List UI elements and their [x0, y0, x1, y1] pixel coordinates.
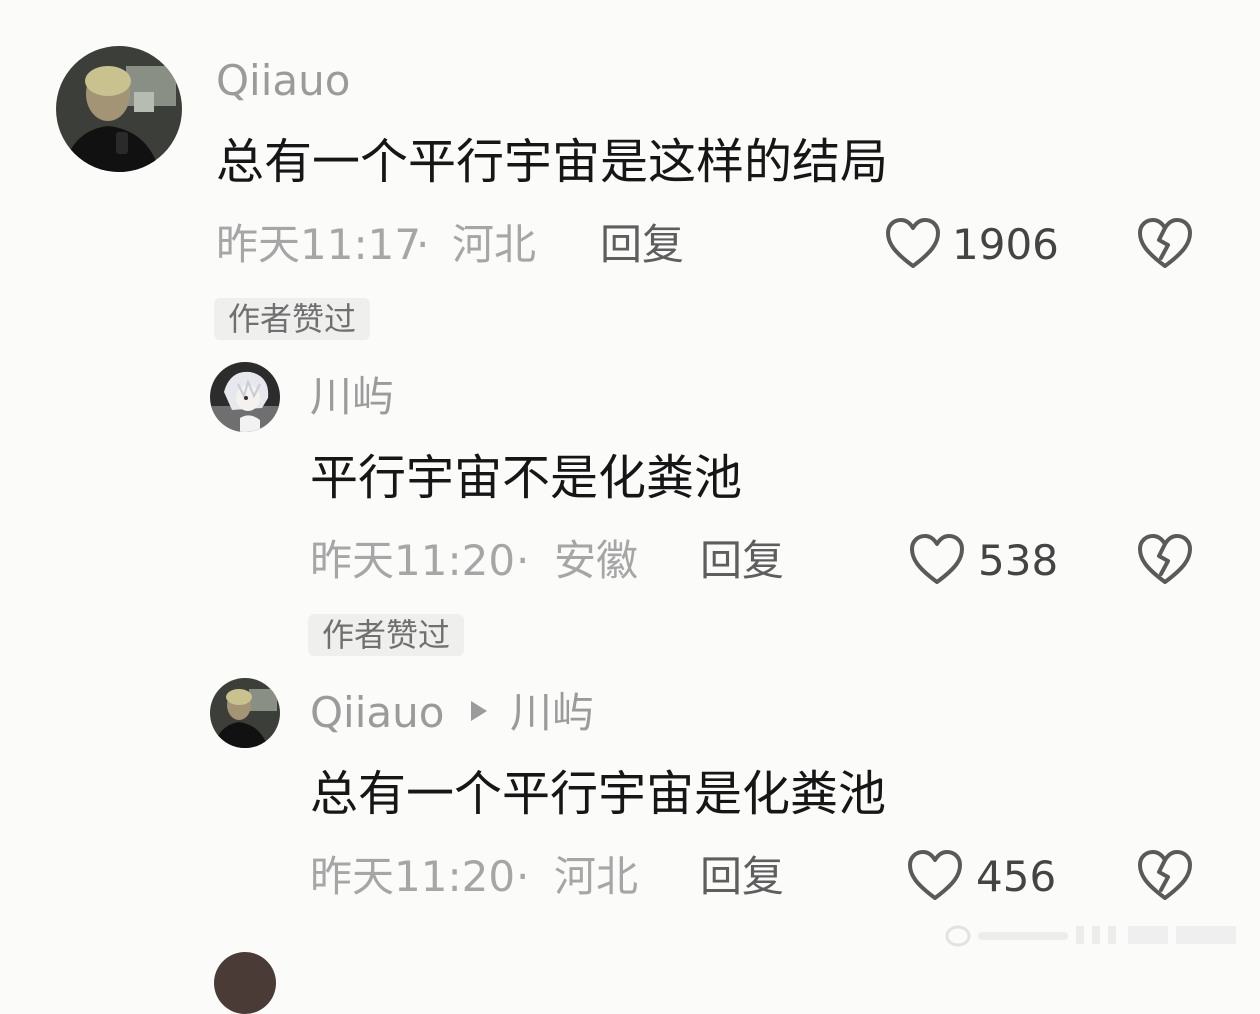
broken-heart-icon — [1138, 218, 1192, 268]
reply-button[interactable]: 回复 — [700, 540, 784, 582]
meta-separator: · — [416, 220, 430, 269]
comment-location: 河北 — [452, 220, 537, 269]
comment-time: 昨天11:20 — [310, 852, 516, 901]
reply-button[interactable]: 回复 — [700, 856, 784, 898]
comment-location: 河北 — [554, 852, 639, 901]
like-count: 456 — [976, 852, 1057, 901]
dislike-button[interactable] — [1136, 216, 1194, 270]
dislike-button[interactable] — [1136, 532, 1194, 586]
like-count: 538 — [978, 536, 1059, 585]
comment-username[interactable]: Qiiauo — [216, 60, 350, 102]
like-button[interactable] — [884, 216, 942, 270]
heart-outline-icon — [886, 218, 940, 268]
avatar-qiiauo[interactable] — [56, 46, 182, 172]
avatar-photo-icon — [56, 46, 182, 172]
avatar-photo-icon — [210, 678, 280, 748]
avatar-qiiauo[interactable] — [210, 678, 280, 748]
meta-separator: · — [516, 852, 530, 901]
heart-outline-icon — [908, 850, 962, 900]
comment-username[interactable]: 川屿 — [310, 376, 394, 418]
avatar-photo-icon — [214, 952, 276, 1014]
comment-time: 昨天11:20 — [310, 536, 516, 585]
reply-arrow — [468, 698, 490, 724]
heart-outline-icon — [910, 534, 964, 584]
avatar-chuanyu[interactable] — [210, 362, 280, 432]
comment-text: 总有一个平行宇宙是这样的结局 — [216, 134, 889, 190]
comment-time: 昨天11:17 — [216, 220, 422, 269]
author-liked-badge: 作者赞过 — [214, 298, 371, 340]
comment-location: 安徽 — [554, 536, 639, 585]
like-button[interactable] — [908, 532, 966, 586]
reply-button[interactable]: 回复 — [600, 224, 684, 266]
play-triangle-icon — [471, 701, 487, 721]
comment-text: 总有一个平行宇宙是化粪池 — [310, 766, 887, 822]
comment-username[interactable]: Qiiauo — [310, 692, 444, 734]
reply-target-username[interactable]: 川屿 — [510, 692, 594, 734]
watermark-graphic — [945, 925, 1236, 947]
avatar-next-comment[interactable] — [214, 952, 276, 1014]
avatar-anime-icon — [210, 362, 280, 432]
broken-heart-icon — [1138, 534, 1192, 584]
like-count: 1906 — [952, 220, 1059, 269]
broken-heart-icon — [1138, 850, 1192, 900]
like-button[interactable] — [906, 848, 964, 902]
author-liked-badge: 作者赞过 — [308, 614, 465, 656]
comment-text: 平行宇宙不是化粪池 — [310, 450, 743, 506]
dislike-button[interactable] — [1136, 848, 1194, 902]
meta-separator: · — [516, 536, 530, 585]
